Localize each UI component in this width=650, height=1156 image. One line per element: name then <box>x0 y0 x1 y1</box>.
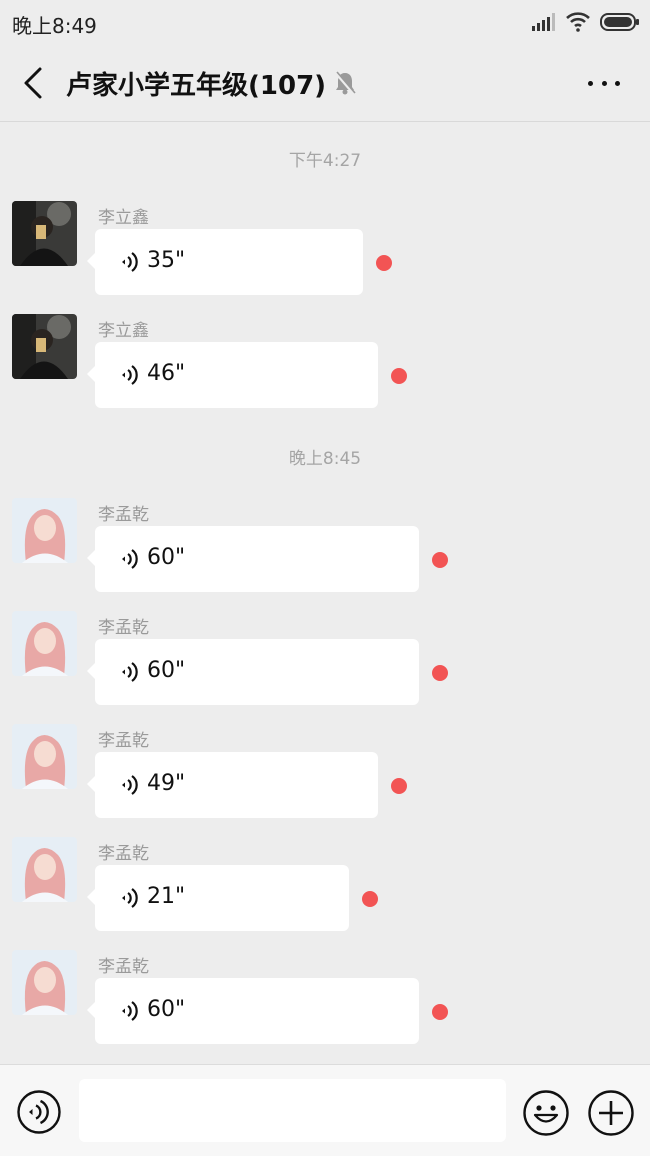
plus-icon[interactable] <box>588 1090 634 1136</box>
voice-wave-icon <box>122 252 138 272</box>
message-row: 李孟乾 49" <box>0 724 650 824</box>
message-input[interactable] <box>79 1079 506 1142</box>
voice-duration: 46" <box>147 361 186 386</box>
unread-dot <box>432 665 448 681</box>
message-row: 李立鑫 46" <box>0 314 650 414</box>
signal-icon <box>532 13 555 31</box>
avatar[interactable] <box>12 201 77 266</box>
voice-wave-icon <box>122 775 138 795</box>
voice-wave-icon <box>122 1001 138 1021</box>
status-bar: 晚上8:49 <box>0 0 650 44</box>
status-time: 晚上8:49 <box>12 14 97 38</box>
unread-dot <box>376 255 392 271</box>
battery-icon <box>600 13 639 31</box>
sender-name: 李孟乾 <box>98 731 149 751</box>
voice-wave-icon <box>122 888 138 908</box>
status-icons <box>532 10 640 34</box>
unread-dot <box>432 1004 448 1020</box>
avatar[interactable] <box>12 498 77 563</box>
voice-message-bubble[interactable]: 21" <box>87 865 349 931</box>
sender-name: 李孟乾 <box>98 957 149 977</box>
emoji-icon[interactable] <box>523 1090 569 1136</box>
unread-dot <box>362 891 378 907</box>
timestamp: 晚上8:45 <box>288 449 362 469</box>
voice-message-bubble[interactable]: 60" <box>87 526 419 592</box>
unread-dot <box>391 368 407 384</box>
voice-message-bubble[interactable]: 49" <box>87 752 378 818</box>
message-row: 李孟乾 60" <box>0 950 650 1050</box>
voice-message-bubble[interactable]: 46" <box>87 342 378 408</box>
avatar[interactable] <box>12 724 77 789</box>
sender-name: 李孟乾 <box>98 844 149 864</box>
voice-duration: 60" <box>147 545 186 570</box>
voice-duration: 35" <box>147 248 186 273</box>
message-row: 李孟乾 21" <box>0 837 650 937</box>
voice-message-bubble[interactable]: 60" <box>87 978 419 1044</box>
sender-name: 李立鑫 <box>98 321 149 341</box>
back-arrow-icon[interactable] <box>20 66 50 100</box>
voice-message-bubble[interactable]: 35" <box>87 229 363 295</box>
voice-input-icon[interactable] <box>17 1090 61 1134</box>
avatar[interactable] <box>12 837 77 902</box>
sender-name: 李立鑫 <box>98 208 149 228</box>
avatar[interactable] <box>12 314 77 379</box>
sender-name: 李孟乾 <box>98 505 149 525</box>
avatar[interactable] <box>12 950 77 1015</box>
voice-duration: 60" <box>147 658 186 683</box>
message-row: 李立鑫 35" <box>0 201 650 301</box>
voice-wave-icon <box>122 365 138 385</box>
voice-wave-icon <box>122 662 138 682</box>
voice-message-bubble[interactable]: 60" <box>87 639 419 705</box>
unread-dot <box>391 778 407 794</box>
more-dots-icon[interactable] <box>588 70 620 96</box>
mute-bell-icon <box>334 71 356 95</box>
unread-dot <box>432 552 448 568</box>
chat-header: 卢家小学五年级(107) <box>0 44 650 122</box>
voice-duration: 60" <box>147 997 186 1022</box>
chat-title: 卢家小学五年级(107) <box>66 71 327 101</box>
avatar[interactable] <box>12 611 77 676</box>
sender-name: 李孟乾 <box>98 618 149 638</box>
wifi-icon <box>566 12 590 32</box>
voice-duration: 21" <box>147 884 186 909</box>
timestamp: 下午4:27 <box>288 151 362 171</box>
message-row: 李孟乾 60" <box>0 611 650 711</box>
message-row: 李孟乾 60" <box>0 498 650 598</box>
voice-wave-icon <box>122 549 138 569</box>
input-bar <box>0 1064 650 1156</box>
voice-duration: 49" <box>147 771 186 796</box>
